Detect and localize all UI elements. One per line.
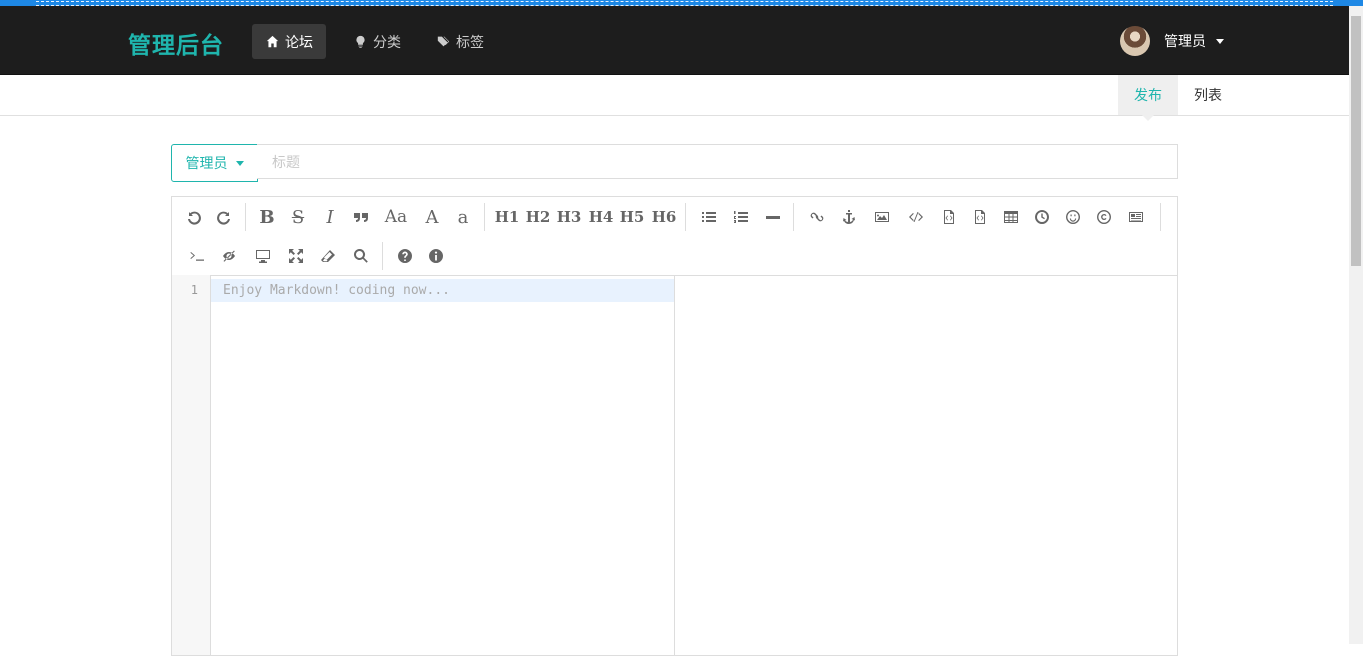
quote-icon[interactable]: [350, 205, 372, 229]
uppercase-button[interactable]: A: [422, 205, 442, 229]
h5-button[interactable]: H5: [619, 205, 645, 229]
link-icon[interactable]: [806, 205, 828, 229]
h2-button[interactable]: H2: [525, 205, 551, 229]
pagebreak-icon[interactable]: [1124, 205, 1148, 229]
html-entities-icon[interactable]: [1093, 205, 1115, 229]
nav-item-category[interactable]: 分类: [340, 24, 414, 59]
line-number: 1: [190, 283, 198, 297]
line-number-gutter: 1: [172, 275, 211, 655]
unordered-list-icon[interactable]: [698, 205, 720, 229]
tags-icon: [436, 35, 450, 49]
sub-navbar: 发布 列表: [0, 75, 1349, 121]
toolbar-separator: [793, 203, 794, 231]
lowercase-button[interactable]: a: [453, 205, 473, 229]
ucfirst-button[interactable]: Aa: [382, 205, 410, 229]
toolbar-separator: [685, 203, 686, 231]
editor-placeholder: Enjoy Markdown! coding now...: [223, 283, 450, 298]
markdown-input-area[interactable]: Enjoy Markdown! coding now...: [211, 275, 675, 655]
watch-toggle-icon[interactable]: [218, 244, 240, 268]
toolbar-separator: [484, 203, 485, 231]
avatar: [1120, 26, 1150, 56]
preview-icon[interactable]: [252, 244, 274, 268]
user-name: 管理员: [1164, 34, 1206, 50]
bold-button[interactable]: B: [257, 205, 277, 229]
tab-list[interactable]: 列表: [1178, 75, 1238, 115]
help-icon[interactable]: [394, 244, 416, 268]
markdown-editor: B S I Aa A a H1 H2 H3 H4 H5 H6 1 Enjoy M…: [171, 196, 1178, 656]
editor-toolbar: B S I Aa A a H1 H2 H3 H4 H5 H6: [172, 197, 1177, 276]
top-navbar: 管理后台 论坛 分类 标签 管理员: [0, 6, 1349, 75]
h4-button[interactable]: H4: [588, 205, 614, 229]
italic-button[interactable]: I: [320, 205, 340, 229]
tab-publish[interactable]: 发布: [1118, 75, 1178, 121]
h6-button[interactable]: H6: [651, 205, 677, 229]
table-icon[interactable]: [1000, 205, 1022, 229]
nav-item-label: 标签: [456, 34, 484, 51]
user-menu[interactable]: 管理员: [1120, 26, 1224, 56]
chevron-down-icon: [1216, 38, 1224, 44]
fullscreen-icon[interactable]: [285, 244, 307, 268]
datetime-icon[interactable]: [1031, 205, 1053, 229]
brand-logo[interactable]: 管理后台: [128, 26, 224, 60]
nav-item-label: 分类: [373, 34, 401, 51]
emoji-icon[interactable]: [1062, 205, 1084, 229]
toolbar-separator: [245, 203, 246, 231]
info-icon[interactable]: [425, 244, 447, 268]
h1-button[interactable]: H1: [494, 205, 520, 229]
home-icon: [265, 35, 279, 49]
category-dropdown[interactable]: 管理员: [171, 144, 258, 182]
code-icon[interactable]: [905, 205, 927, 229]
title-input[interactable]: [257, 144, 1178, 179]
horizontal-rule-icon[interactable]: [762, 205, 784, 229]
goto-line-icon[interactable]: [186, 244, 208, 268]
strikethrough-button[interactable]: S: [288, 205, 308, 229]
category-selected: 管理员: [185, 156, 228, 172]
nav-item-forum[interactable]: 论坛: [252, 24, 326, 59]
image-icon[interactable]: [871, 205, 893, 229]
title-row: 管理员: [171, 144, 1178, 182]
toolbar-separator: [382, 242, 383, 270]
code-block-icon[interactable]: [969, 205, 991, 229]
page-scrollbar[interactable]: [1349, 6, 1363, 644]
scrollbar-thumb[interactable]: [1351, 16, 1361, 266]
lightbulb-icon: [353, 35, 367, 49]
toolbar-separator: [1160, 203, 1161, 231]
ordered-list-icon[interactable]: [730, 205, 752, 229]
search-icon[interactable]: [350, 244, 372, 268]
clear-icon[interactable]: [317, 244, 339, 268]
nav-item-tags[interactable]: 标签: [423, 24, 497, 59]
redo-icon[interactable]: [214, 205, 234, 229]
anchor-icon[interactable]: [838, 205, 860, 229]
chevron-down-icon: [235, 160, 244, 166]
markdown-preview-pane: [676, 275, 1176, 655]
nav-item-label: 论坛: [285, 34, 313, 51]
undo-icon[interactable]: [184, 205, 204, 229]
preformatted-code-icon[interactable]: [938, 205, 960, 229]
h3-button[interactable]: H3: [556, 205, 582, 229]
